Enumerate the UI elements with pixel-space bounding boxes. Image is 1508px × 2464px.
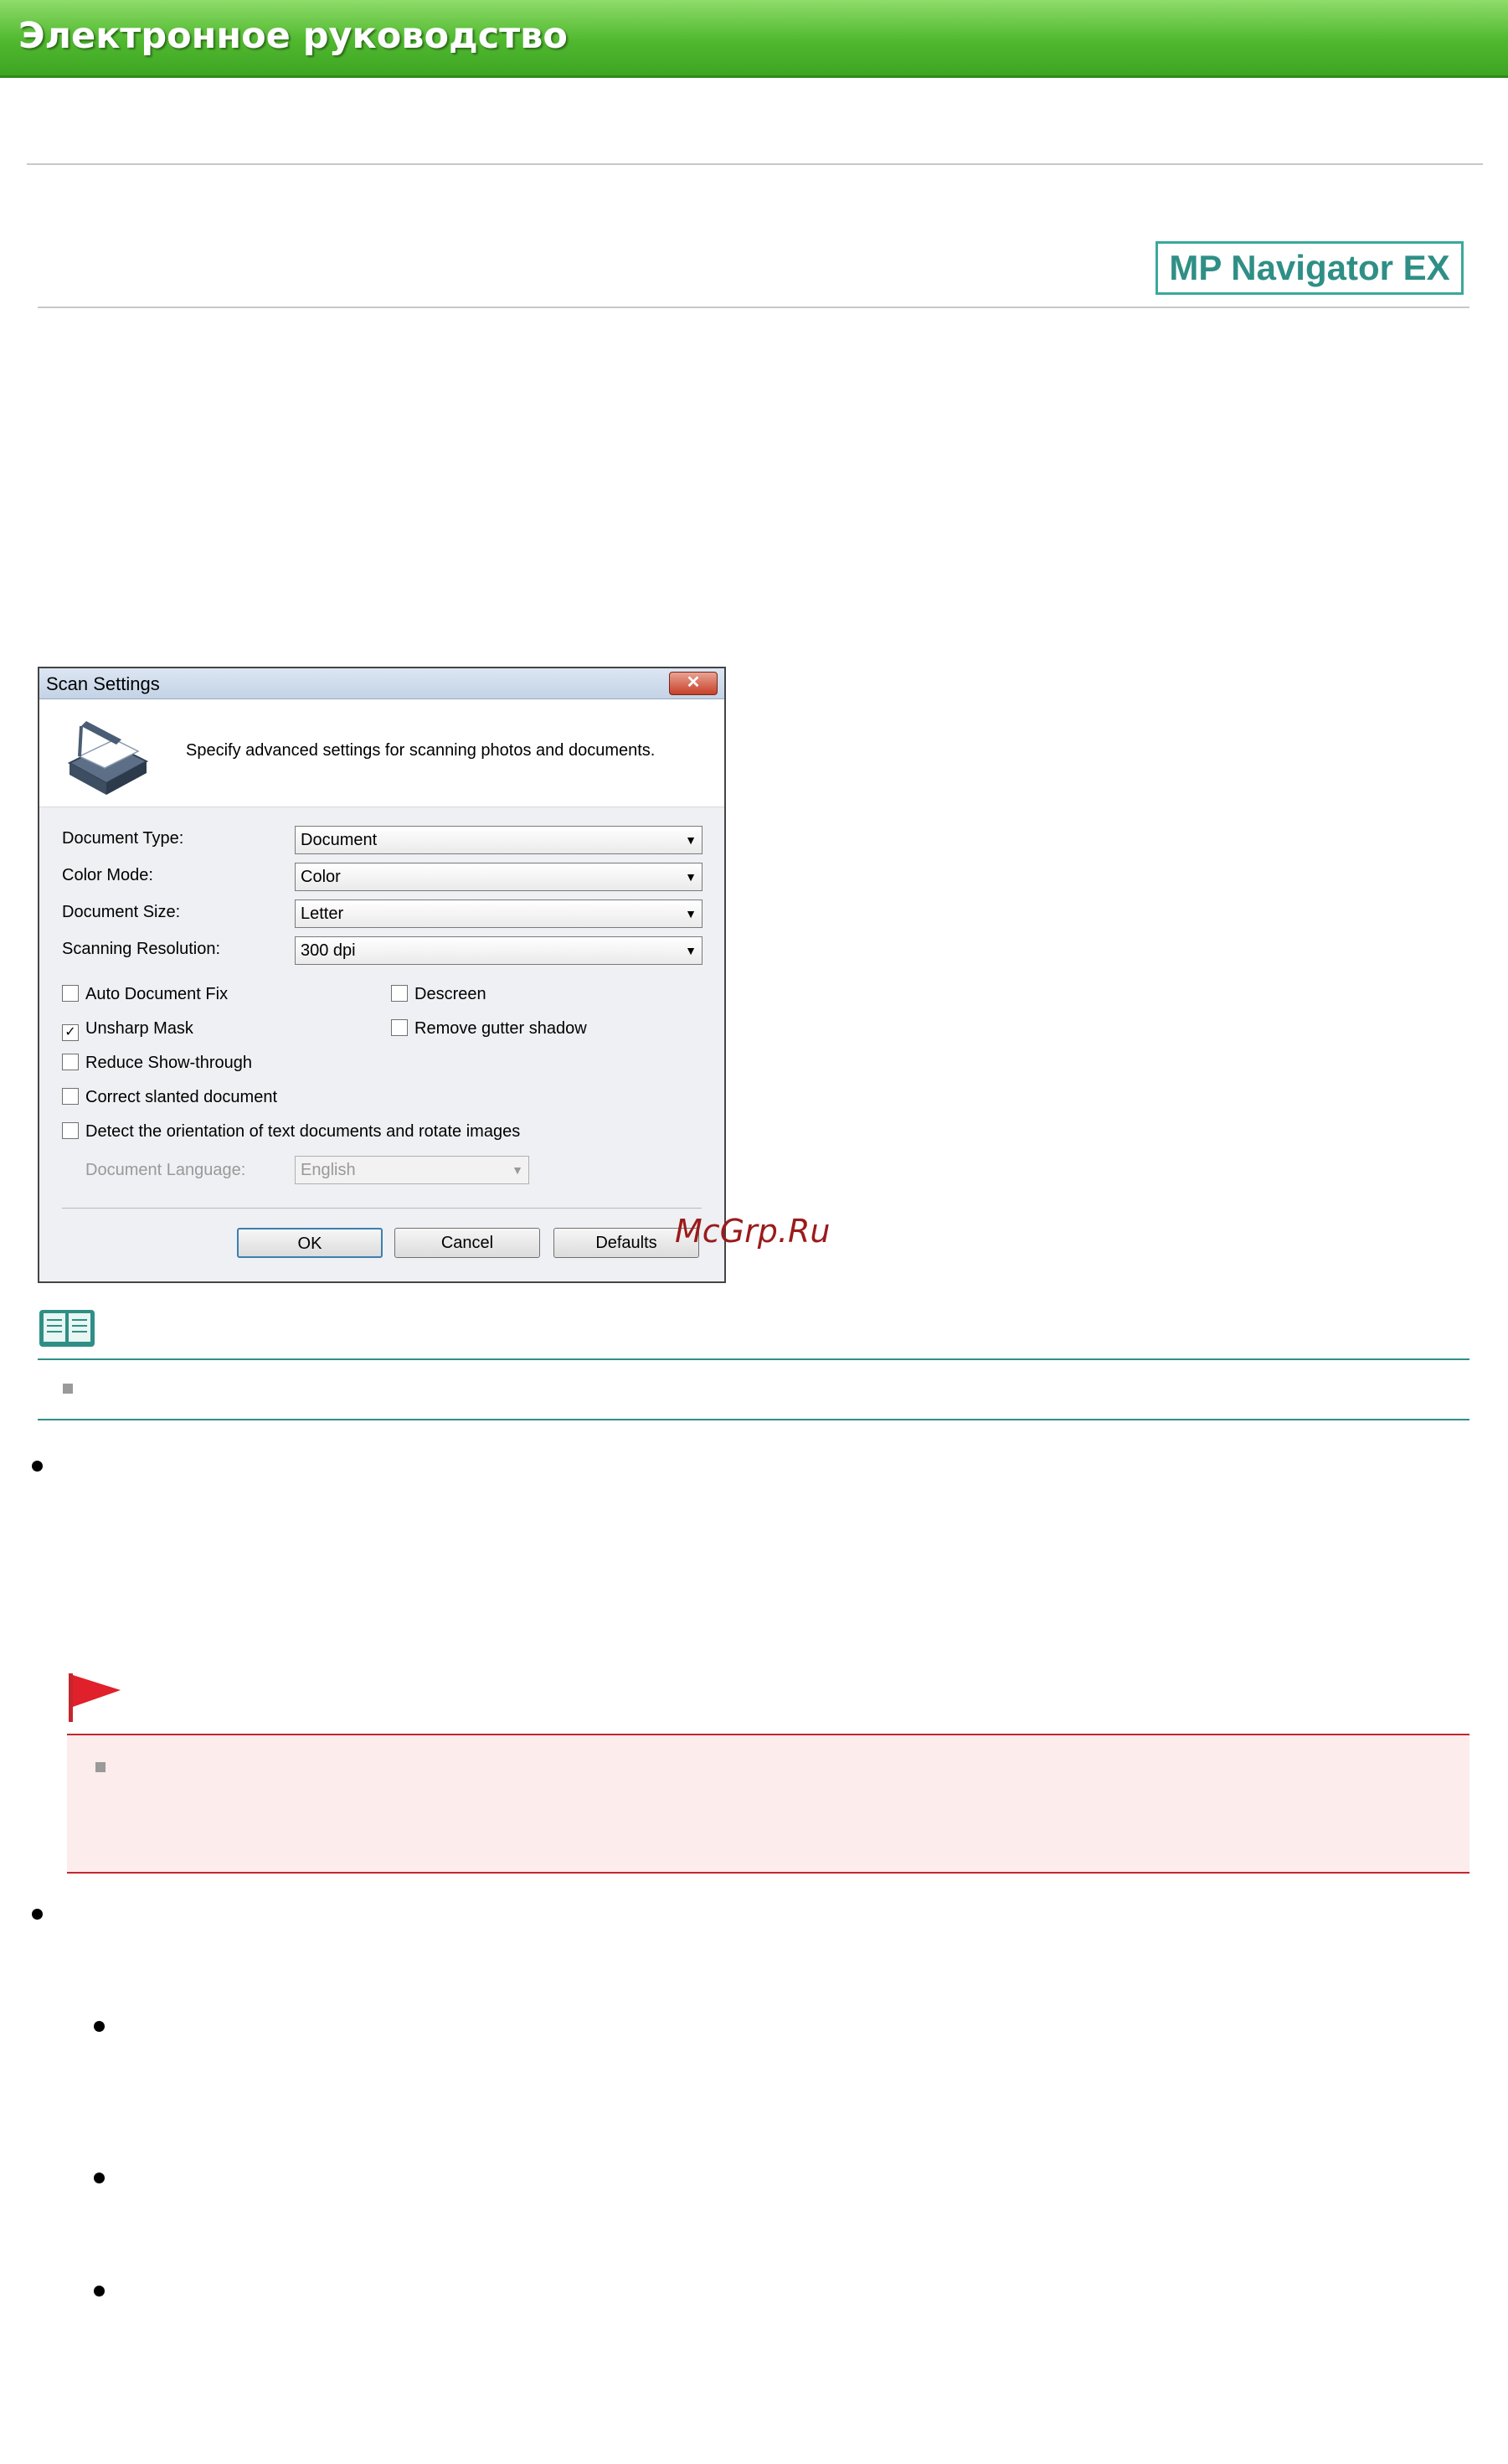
header-title: Электронное руководство (18, 15, 568, 57)
document-type-value: Document (301, 831, 378, 849)
note-rule-top (38, 1358, 1469, 1360)
detect-orientation-checkbox[interactable]: Detect the orientation of text documents… (62, 1122, 520, 1142)
document-type-label: Document Type: (62, 829, 184, 848)
checkbox-label: Remove gutter shadow (414, 1019, 587, 1038)
checkbox-box (391, 1019, 408, 1036)
note-rule-bottom (38, 1419, 1469, 1420)
remove-gutter-shadow-checkbox[interactable]: Remove gutter shadow (391, 1019, 587, 1039)
divider (27, 163, 1483, 165)
checkbox-box (62, 1122, 79, 1139)
dialog-header: Specify advanced settings for scanning p… (39, 699, 724, 807)
document-language-label: Document Language: (85, 1161, 246, 1179)
ok-button[interactable]: OK (237, 1228, 383, 1258)
reduce-show-through-checkbox[interactable]: Reduce Show-through (62, 1054, 252, 1073)
mp-navigator-badge: MP Navigator EX (1155, 241, 1464, 295)
color-mode-select[interactable]: Color ▼ (295, 863, 703, 891)
list-bullet (32, 1461, 43, 1472)
color-mode-label: Color Mode: (62, 866, 153, 884)
important-box (67, 1734, 1469, 1874)
checkbox-label: Descreen (414, 985, 486, 1003)
list-bullet (94, 2286, 105, 2296)
unsharp-mask-checkbox[interactable]: ✓ Unsharp Mask (62, 1019, 193, 1041)
document-size-value: Letter (301, 905, 344, 923)
document-language-select[interactable]: English ▼ (295, 1156, 529, 1184)
watermark: McGrp.Ru (675, 1213, 831, 1250)
checkbox-box (62, 985, 79, 1002)
divider (38, 307, 1469, 308)
dialog-separator (62, 1208, 702, 1209)
checkbox-label: Reduce Show-through (85, 1054, 253, 1072)
cancel-button[interactable]: Cancel (394, 1228, 540, 1258)
chevron-down-icon: ▼ (512, 1163, 523, 1177)
document-size-label: Document Size: (62, 903, 181, 921)
checkbox-label: Detect the orientation of text documents… (85, 1122, 521, 1141)
red-flag-icon (69, 1673, 121, 1722)
list-bullet (32, 1909, 43, 1920)
document-size-select[interactable]: Letter ▼ (295, 900, 703, 928)
dialog-description: Specify advanced settings for scanning p… (186, 741, 656, 760)
list-bullet (94, 2173, 105, 2183)
checkbox-label: Auto Document Fix (85, 985, 229, 1003)
dialog-title: Scan Settings (46, 673, 160, 694)
scanner-icon (67, 721, 149, 795)
chevron-down-icon: ▼ (685, 833, 697, 847)
scanning-resolution-value: 300 dpi (301, 941, 356, 960)
auto-document-fix-checkbox[interactable]: Auto Document Fix (62, 985, 228, 1004)
checkbox-box (62, 1054, 79, 1070)
chevron-down-icon: ▼ (685, 870, 697, 884)
document-language-value: English (301, 1161, 356, 1179)
checkmark-icon: ✓ (62, 1024, 79, 1041)
scanning-resolution-select[interactable]: 300 dpi ▼ (295, 936, 703, 965)
checkbox-label: Unsharp Mask (85, 1019, 193, 1038)
checkbox-box (62, 1088, 79, 1105)
checkbox-box (391, 985, 408, 1002)
header-banner: Электронное руководство (0, 0, 1508, 78)
chevron-down-icon: ▼ (685, 907, 697, 920)
document-type-select[interactable]: Document ▼ (295, 826, 703, 854)
correct-slanted-checkbox[interactable]: Correct slanted document (62, 1088, 277, 1107)
important-bullet (95, 1762, 106, 1772)
note-book-icon (39, 1310, 95, 1347)
descreen-checkbox[interactable]: Descreen (391, 985, 486, 1004)
close-icon[interactable]: ✕ (669, 672, 718, 695)
dialog-titlebar: Scan Settings ✕ (39, 668, 724, 699)
list-bullet (94, 2021, 105, 2032)
color-mode-value: Color (301, 868, 341, 886)
chevron-down-icon: ▼ (685, 944, 697, 957)
checkbox-label: Correct slanted document (85, 1088, 278, 1106)
note-bullet (63, 1384, 73, 1394)
scanning-resolution-label: Scanning Resolution: (62, 940, 221, 958)
scan-settings-dialog: Scan Settings ✕ Specify advanced setting… (38, 667, 726, 1283)
